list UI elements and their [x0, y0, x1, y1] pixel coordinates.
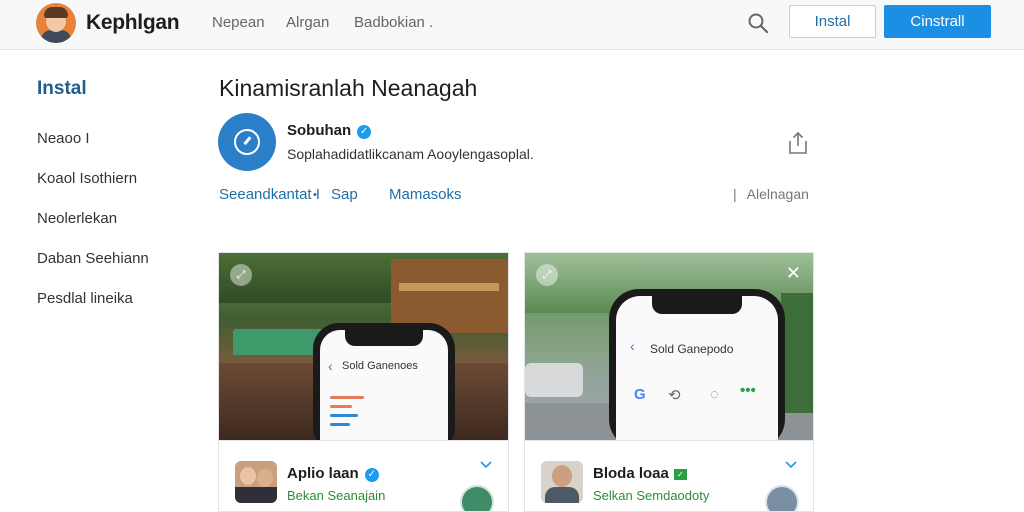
phone-notch [345, 330, 423, 346]
card-footer-2: Bloda loaa✓ Selkan Semdaodoty ● ● ● [525, 440, 813, 511]
nav-item-1[interactable]: Nepean [212, 14, 265, 31]
card-photo-2: ⤢ ✕ ‹ Sold Ganepodo G ⟲ ◌ ••• [525, 253, 813, 440]
footer-subtitle: Selkan Semdaodoty [593, 488, 710, 503]
google-icon: G [634, 386, 646, 403]
nav-item-2[interactable]: Alrgan [286, 14, 329, 31]
chat-row [330, 405, 352, 408]
page-title: Kinamisranlah Neanagah [219, 75, 478, 101]
account-avatar[interactable] [218, 113, 276, 171]
expand-icon[interactable]: ⤢ [536, 264, 558, 286]
footer-name-text: Aplio laan [287, 465, 359, 482]
refresh-icon: ⟲ [668, 387, 681, 404]
account-description: Soplahadidatlikcanam Aooylengasoplal. [287, 146, 534, 162]
card-footer-1: Aplio laan ✓ Bekan Seanajain [219, 440, 508, 511]
share-icon[interactable] [786, 130, 810, 156]
building-balcony [399, 283, 499, 291]
search-icon[interactable] [746, 11, 770, 35]
chat-title-1: Sold Ganenoes [342, 360, 418, 372]
footer-avatar[interactable] [460, 485, 494, 511]
sidebar-title[interactable]: Instal [37, 78, 87, 100]
sidebar-item-5[interactable]: Pesdlal lineika [37, 290, 133, 307]
car-shape [525, 363, 583, 397]
top-bar: Kephlgan Nepean Alrgan Badbokian . Insta… [0, 0, 1024, 50]
account-name-text: Sobuhan [287, 122, 352, 139]
thumb-clothes [545, 487, 579, 503]
sidebar-item-2[interactable]: Koaol Isothiern [37, 170, 137, 187]
footer-avatar[interactable] [765, 485, 799, 511]
thumb-face [257, 469, 273, 487]
market-awning [233, 329, 323, 355]
chat-row [330, 414, 358, 417]
chat-bubble-icon: ◌ [710, 386, 719, 403]
tab-right-divider: | [733, 186, 737, 202]
sidebar-item-1[interactable]: Neaoo I [37, 130, 90, 147]
chat-title-2: Sold Ganepodo [650, 342, 734, 356]
footer-name[interactable]: Aplio laan ✓ [287, 465, 379, 482]
verified-badge-icon: ✓ [364, 468, 379, 482]
close-icon[interactable]: ✕ [786, 263, 801, 284]
sidebar-item-4[interactable]: Daban Seehiann [37, 250, 149, 267]
flag-badge-icon: ✓ [673, 469, 687, 480]
sidebar-item-3[interactable]: Neolerlekan [37, 210, 117, 227]
account-name[interactable]: Sobuhan ✓ [287, 122, 372, 139]
tab-separator-icon: • [313, 189, 317, 201]
tab-3[interactable]: Mamasoks [389, 186, 462, 203]
chevron-down-icon[interactable] [785, 461, 797, 469]
card-photo-1: ⤢ ‹ Sold Ganenoes [219, 253, 508, 440]
media-card-2[interactable]: ⤢ ✕ ‹ Sold Ganepodo G ⟲ ◌ ••• Bloda loaa… [524, 252, 814, 512]
building-backdrop [391, 259, 508, 333]
media-card-1[interactable]: ⤢ ‹ Sold Ganenoes Aplio laan ✓ Bekan Sean… [218, 252, 509, 512]
back-icon: ‹ [328, 358, 333, 374]
phone-mockup-1: ‹ Sold Ganenoes [313, 323, 455, 440]
footer-thumbnail[interactable] [235, 461, 277, 503]
tab-right-label: Alelnagan [746, 186, 809, 202]
logo-avatar[interactable] [36, 3, 76, 43]
phone-mockup-2: ‹ Sold Ganepodo G ⟲ ◌ ••• [609, 289, 785, 440]
expand-icon[interactable]: ⤢ [230, 264, 252, 286]
phone-notch [652, 296, 742, 314]
primary-action-button[interactable]: Cinstrall [884, 5, 991, 38]
footer-name[interactable]: Bloda loaa ✓ [593, 465, 687, 482]
logo-hair [44, 7, 68, 18]
brand-name[interactable]: Kephlgan [86, 11, 180, 35]
chat-row [330, 396, 364, 399]
tree-shape [781, 293, 813, 413]
tab-2[interactable]: Sap [331, 186, 358, 203]
footer-subtitle: Bekan Seanajain [287, 488, 386, 503]
back-icon: ‹ [630, 338, 635, 354]
tab-right[interactable]: | Alelnagan [733, 186, 809, 202]
thumb-face [240, 467, 256, 485]
footer-thumbnail[interactable] [541, 461, 583, 503]
phone-screen-1: ‹ Sold Ganenoes [320, 330, 448, 440]
tab-1[interactable]: Seeandkantat I [219, 186, 320, 203]
phone-screen-2: ‹ Sold Ganepodo G ⟲ ◌ ••• [616, 296, 778, 440]
thumb-clothes [235, 487, 277, 503]
chat-row [330, 423, 350, 426]
clock-icon [234, 129, 260, 155]
more-icon: ••• [740, 382, 756, 399]
nav-item-3[interactable]: Badbokian . [354, 14, 433, 31]
install-button[interactable]: Instal [789, 5, 876, 38]
thumb-face [552, 465, 572, 487]
footer-name-text: Bloda loaa [593, 465, 669, 482]
verified-badge-icon: ✓ [357, 125, 372, 139]
chevron-down-icon[interactable] [480, 461, 492, 469]
